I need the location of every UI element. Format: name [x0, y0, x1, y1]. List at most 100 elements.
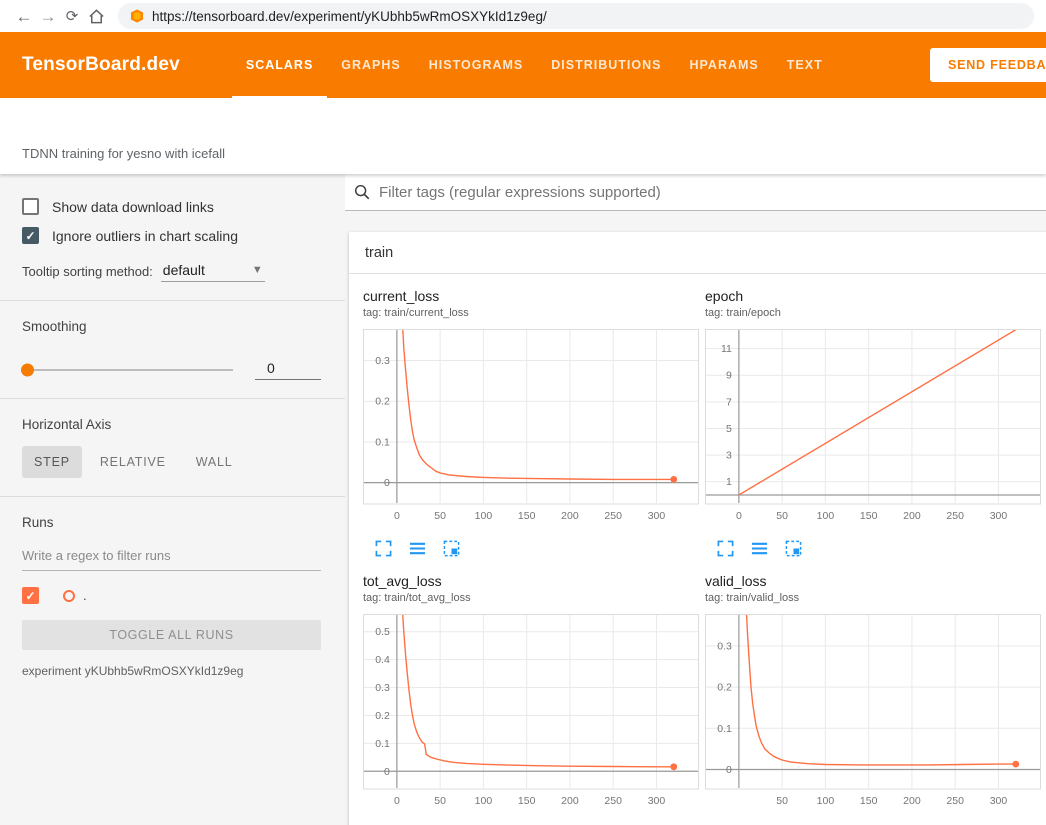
chart-grid: current_loss tag: train/current_loss 00.…	[349, 274, 1046, 825]
chart-card-valid-loss: valid_loss tag: train/valid_loss 00.10.2…	[705, 573, 1045, 825]
chart-card-current-loss: current_loss tag: train/current_loss 00.…	[363, 288, 703, 557]
line-chart-valid-loss[interactable]: 00.10.20.350100150200250300	[705, 614, 1045, 815]
show-download-links-checkbox-row[interactable]: Show data download links	[22, 198, 321, 215]
axis-wall-button[interactable]: WALL	[184, 446, 245, 478]
svg-text:9: 9	[726, 370, 732, 382]
tag-filter-input[interactable]	[379, 184, 1046, 201]
toggle-all-runs-button[interactable]: TOGGLE ALL RUNS	[22, 620, 321, 650]
svg-text:250: 250	[604, 795, 622, 807]
horizontal-axis-label: Horizontal Axis	[22, 417, 321, 432]
svg-text:300: 300	[648, 795, 666, 807]
svg-text:250: 250	[946, 510, 964, 522]
tab-distributions[interactable]: DISTRIBUTIONS	[537, 32, 675, 98]
svg-text:0: 0	[394, 795, 400, 807]
tab-hparams[interactable]: HPARAMS	[676, 32, 773, 98]
runs-list-icon[interactable]	[751, 540, 768, 557]
svg-text:150: 150	[860, 510, 878, 522]
svg-text:0.5: 0.5	[375, 626, 390, 638]
tab-scalars[interactable]: SCALARS	[232, 32, 327, 98]
svg-text:50: 50	[434, 795, 446, 807]
home-icon[interactable]	[84, 7, 108, 26]
chart-card-epoch: epoch tag: train/epoch 13579110501001502…	[705, 288, 1045, 557]
chart-actions	[363, 540, 703, 557]
tab-histograms[interactable]: HISTOGRAMS	[415, 32, 538, 98]
svg-text:0.2: 0.2	[375, 396, 390, 408]
smoothing-slider[interactable]	[22, 369, 233, 371]
line-chart-tot-avg-loss[interactable]: 00.10.20.30.40.5050100150200250300	[363, 614, 703, 815]
checkbox-label: Show data download links	[52, 199, 214, 215]
checkbox-unchecked-icon[interactable]	[22, 198, 39, 215]
chart-actions	[705, 540, 1045, 557]
svg-text:0.1: 0.1	[375, 738, 390, 750]
chart-tag: tag: train/current_loss	[363, 307, 703, 319]
svg-text:0.3: 0.3	[717, 640, 732, 652]
run-name: .	[83, 588, 87, 603]
checkbox-label: Ignore outliers in chart scaling	[52, 228, 238, 244]
svg-text:200: 200	[903, 795, 921, 807]
forward-icon[interactable]: →	[36, 8, 60, 25]
send-feedback-button[interactable]: SEND FEEDBACK	[930, 48, 1046, 82]
svg-text:0: 0	[384, 766, 390, 778]
svg-text:0.4: 0.4	[375, 654, 390, 666]
svg-text:250: 250	[946, 795, 964, 807]
svg-text:0.3: 0.3	[375, 355, 390, 367]
line-chart-epoch[interactable]: 1357911050100150200250300	[705, 329, 1045, 530]
svg-text:0.2: 0.2	[375, 710, 390, 722]
address-bar[interactable]: https://tensorboard.dev/experiment/yKUbh…	[118, 3, 1034, 29]
svg-text:3: 3	[726, 450, 732, 462]
svg-text:200: 200	[903, 510, 921, 522]
search-icon	[353, 183, 371, 201]
scalars-content: train current_loss tag: train/current_lo…	[345, 174, 1046, 825]
tab-text[interactable]: TEXT	[773, 32, 837, 98]
svg-text:1: 1	[726, 476, 732, 488]
horizontal-axis-buttons: STEP RELATIVE WALL	[22, 446, 321, 478]
svg-text:150: 150	[518, 510, 536, 522]
divider	[0, 398, 345, 399]
settings-sidebar: Show data download links ✓ Ignore outlie…	[0, 174, 345, 825]
runs-label: Runs	[22, 515, 321, 530]
tooltip-sorting-row: Tooltip sorting method: default ▼	[22, 262, 321, 282]
divider	[0, 300, 345, 301]
run-color-circle-icon	[63, 590, 75, 602]
tooltip-sorting-select[interactable]: default ▼	[161, 262, 265, 282]
expand-icon[interactable]	[375, 540, 392, 557]
reload-icon[interactable]: ⟳	[60, 9, 84, 24]
runs-filter-input[interactable]	[22, 542, 321, 571]
svg-text:250: 250	[604, 510, 622, 522]
experiment-description: TDNN training for yesno with icefall	[22, 146, 225, 161]
fit-domain-icon[interactable]	[785, 540, 802, 557]
experiment-id-note: experiment yKUbhb5wRmOSXYkId1z9eg	[22, 664, 321, 678]
ignore-outliers-checkbox-row[interactable]: ✓ Ignore outliers in chart scaling	[22, 227, 321, 244]
url-text: https://tensorboard.dev/experiment/yKUbh…	[152, 9, 547, 24]
selected-option: default	[163, 262, 205, 278]
chart-title: tot_avg_loss	[363, 573, 703, 589]
tooltip-sorting-label: Tooltip sorting method:	[22, 264, 153, 282]
line-chart-current-loss[interactable]: 00.10.20.3050100150200250300	[363, 329, 703, 530]
back-icon[interactable]: ←	[12, 8, 36, 25]
run-checkbox-checked-icon[interactable]: ✓	[22, 587, 39, 604]
svg-text:5: 5	[726, 423, 732, 435]
section-header-train[interactable]: train	[349, 232, 1046, 274]
smoothing-value-field[interactable]: 0	[255, 360, 321, 380]
checkbox-checked-icon[interactable]: ✓	[22, 227, 39, 244]
fit-domain-icon[interactable]	[443, 540, 460, 557]
svg-text:0.1: 0.1	[375, 436, 390, 448]
app-header: TensorBoard.dev SCALARS GRAPHS HISTOGRAM…	[0, 32, 1046, 98]
main-area: Show data download links ✓ Ignore outlie…	[0, 174, 1046, 825]
axis-step-button[interactable]: STEP	[22, 446, 82, 478]
axis-relative-button[interactable]: RELATIVE	[88, 446, 178, 478]
svg-text:200: 200	[561, 510, 579, 522]
svg-text:200: 200	[561, 795, 579, 807]
expand-icon[interactable]	[717, 540, 734, 557]
tab-graphs[interactable]: GRAPHS	[327, 32, 414, 98]
chart-title: epoch	[705, 288, 1045, 304]
svg-text:7: 7	[726, 396, 732, 408]
run-list-item[interactable]: ✓ .	[22, 587, 321, 604]
slider-thumb[interactable]	[21, 364, 34, 377]
runs-list-icon[interactable]	[409, 540, 426, 557]
tensorboard-favicon	[130, 9, 144, 23]
tag-filter-row	[345, 174, 1046, 211]
chart-tag: tag: train/epoch	[705, 307, 1045, 319]
brand-logo[interactable]: TensorBoard.dev	[22, 54, 180, 76]
svg-text:50: 50	[434, 510, 446, 522]
